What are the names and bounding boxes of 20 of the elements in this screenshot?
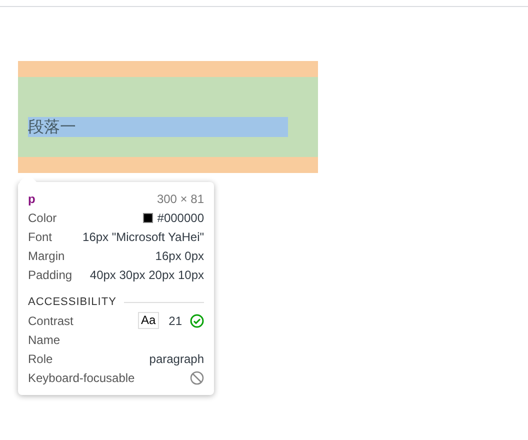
element-size: 300 × 81 xyxy=(156,191,204,208)
color-swatch xyxy=(143,212,154,222)
property-label: Name xyxy=(28,332,60,348)
property-value: #000000 xyxy=(157,210,204,226)
property-value: paragraph xyxy=(149,350,204,368)
property-label: Margin xyxy=(28,248,65,264)
property-label: Padding xyxy=(28,266,72,284)
property-label: Role xyxy=(28,350,53,368)
property-value: 16px "Microsoft YaHei" xyxy=(82,228,204,246)
section-heading: ACCESSIBILITY xyxy=(28,294,116,310)
content-highlight: 段落一 xyxy=(28,117,288,137)
property-label: Contrast xyxy=(28,312,74,330)
contrast-sample: Aa xyxy=(138,312,159,329)
property-value: 16px 0px xyxy=(155,248,204,264)
element-tag: p xyxy=(28,190,36,208)
property-label: Color xyxy=(28,210,57,226)
property-label: Font xyxy=(28,228,52,246)
property-value: 21 xyxy=(168,312,182,330)
property-value: 40px 30px 20px 10px xyxy=(90,266,204,284)
property-label: Keyboard-focusable xyxy=(28,370,135,386)
